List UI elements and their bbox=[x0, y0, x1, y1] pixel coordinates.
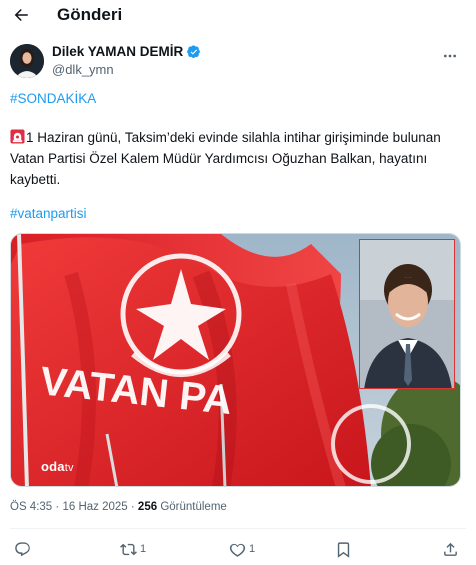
tweet-meta: ÖS 4:35 · 16 Haz 2025 · 256 Görüntüleme bbox=[10, 501, 227, 513]
views-count: 256 bbox=[137, 501, 158, 513]
share-icon bbox=[444, 542, 457, 556]
avatar[interactable] bbox=[10, 44, 44, 78]
top-bar: Gönderi bbox=[0, 0, 476, 32]
bookmark-icon bbox=[337, 541, 350, 558]
tweet-hashtag-top: #SONDAKİKA bbox=[10, 88, 466, 109]
repost-icon bbox=[120, 543, 137, 555]
tweet-time[interactable]: ÖS 4:35 bbox=[10, 501, 52, 513]
more-icon bbox=[444, 54, 456, 58]
divider bbox=[10, 528, 466, 529]
meta-separator: · bbox=[130, 501, 135, 513]
more-button[interactable] bbox=[438, 46, 462, 66]
like-icon bbox=[229, 543, 246, 557]
inset-portrait bbox=[359, 239, 455, 389]
author-handle[interactable]: @dlk_ymn bbox=[52, 62, 114, 77]
bookmark-button[interactable] bbox=[335, 536, 352, 562]
repost-button[interactable]: 1 bbox=[120, 536, 146, 562]
repost-count: 1 bbox=[140, 543, 147, 555]
verified-badge-icon bbox=[187, 44, 201, 58]
hashtag-link[interactable]: #SONDAKİKA bbox=[10, 91, 96, 106]
hashtag-link[interactable]: #vatanpartisi bbox=[10, 206, 87, 221]
tweet-body: 1 Haziran günü, Taksim’deki evinde silah… bbox=[10, 127, 466, 190]
page-title: Gönderi bbox=[57, 5, 123, 24]
tweet-image[interactable]: VATAN PA odatv bbox=[10, 233, 461, 487]
image-watermark: odatv bbox=[41, 459, 74, 474]
tweet-body-text: 1 Haziran günü, Taksim’deki evinde silah… bbox=[10, 130, 441, 187]
tweet-hashtag-bottom: #vatanpartisi bbox=[10, 203, 466, 224]
author-row: Dilek YAMAN DEMİR @dlk_ymn bbox=[10, 42, 466, 80]
views-label: Görüntüleme bbox=[160, 501, 227, 513]
back-button[interactable] bbox=[8, 2, 34, 28]
tweet-date[interactable]: 16 Haz 2025 bbox=[62, 501, 127, 513]
like-count: 1 bbox=[249, 543, 256, 555]
like-button[interactable]: 1 bbox=[229, 536, 255, 562]
siren-emoji-icon bbox=[10, 129, 25, 144]
reply-button[interactable] bbox=[14, 536, 34, 562]
author-name[interactable]: Dilek YAMAN DEMİR bbox=[52, 44, 201, 59]
back-arrow-icon bbox=[14, 9, 28, 21]
meta-separator: · bbox=[55, 501, 60, 513]
action-bar: 1 1 bbox=[0, 536, 476, 562]
share-button[interactable] bbox=[442, 536, 459, 562]
reply-icon bbox=[15, 541, 30, 556]
author-name-text: Dilek YAMAN DEMİR bbox=[52, 44, 184, 59]
